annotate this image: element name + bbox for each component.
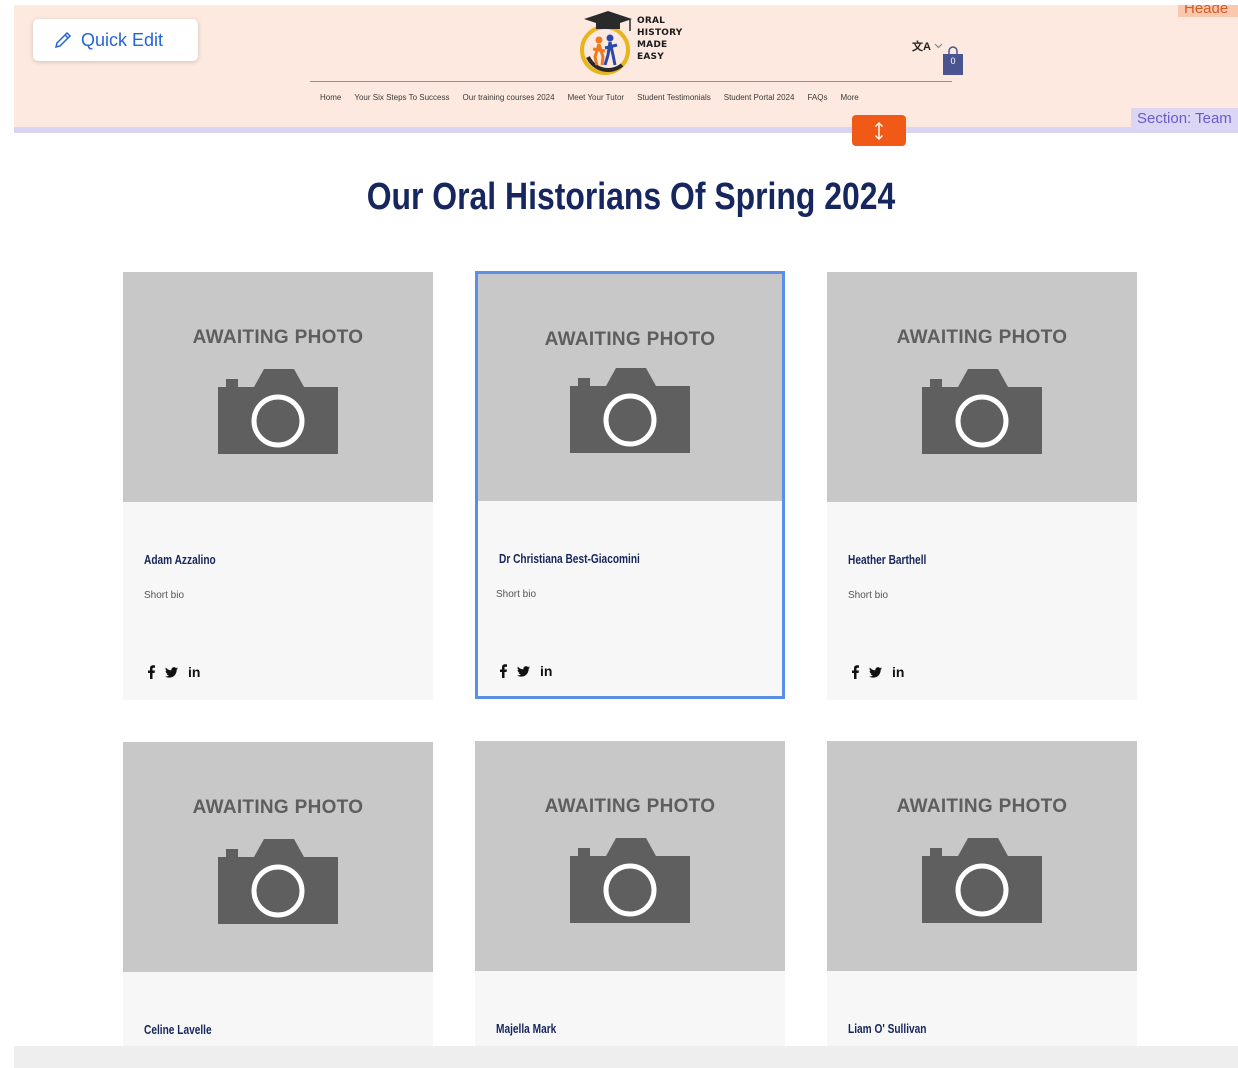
social-links: in [500,663,552,679]
nav-item-home[interactable]: Home [320,93,341,107]
header-bottom-border [14,127,1238,133]
photo-caption: AWAITING PHOTO [544,796,716,817]
team-member-card[interactable]: AWAITING PHOTO Liam O' Sullivan [827,741,1137,1046]
photo-caption: AWAITING PHOTO [192,327,364,348]
facebook-icon[interactable] [500,664,507,678]
photo-caption: AWAITING PHOTO [192,797,364,818]
photo-caption: AWAITING PHOTO [896,796,1068,817]
quick-edit-button[interactable]: Quick Edit [33,19,198,61]
translate-icon: 文A [912,41,931,53]
main-navigation: Home Your Six Steps To Success Our train… [320,93,859,107]
nav-item-faqs[interactable]: FAQs [807,93,827,107]
member-name: Heather Barthell [848,552,927,567]
twitter-icon[interactable] [517,665,530,677]
team-member-card[interactable]: AWAITING PHOTO Dr Christiana Best-Giacom… [475,271,785,699]
graduation-cap-logo-icon [580,11,632,75]
logo-line: MADE [637,40,668,50]
vertical-arrows-icon [875,121,883,140]
team-member-card[interactable]: AWAITING PHOTO Adam Azzalino Short bio i… [123,272,433,700]
member-bio: Short bio [496,589,537,600]
team-member-card[interactable]: AWAITING PHOTO Celine Lavelle [123,742,433,1046]
nav-item-testimonials[interactable]: Student Testimonials [637,93,711,107]
section-resize-handle[interactable] [852,115,906,146]
team-member-card[interactable]: AWAITING PHOTO Majella Mark [475,741,785,1046]
linkedin-icon[interactable]: in [188,664,200,680]
linkedin-icon[interactable]: in [540,663,552,679]
site-logo[interactable]: ORAL HISTORY MADE EASY [578,5,688,79]
social-links: in [148,664,200,680]
member-photo-placeholder: AWAITING PHOTO [475,741,785,971]
editor-bottom-bar [14,1046,1238,1068]
facebook-icon[interactable] [852,665,859,679]
nav-item-meet-tutor[interactable]: Meet Your Tutor [568,93,624,107]
nav-item-training-courses[interactable]: Our training courses 2024 [463,93,555,107]
page-title: Our Oral Historians Of Spring 2024 [366,176,896,218]
cart-button[interactable]: 0 [941,45,965,75]
twitter-icon[interactable] [869,666,882,678]
photo-caption: AWAITING PHOTO [896,327,1068,348]
camera-icon [922,838,1042,923]
member-name: Majella Mark [496,1021,557,1036]
member-name: Liam O' Sullivan [848,1021,927,1036]
camera-icon [218,839,338,924]
member-photo-placeholder: AWAITING PHOTO [123,742,433,972]
nav-divider [310,81,952,82]
logo-line: HISTORY [637,28,683,38]
camera-icon [218,369,338,454]
social-links: in [852,664,904,680]
pencil-icon [54,31,72,49]
quick-edit-label: Quick Edit [81,29,164,50]
logo-wordmark: ORAL HISTORY MADE EASY [637,15,683,63]
member-name: Adam Azzalino [144,552,216,567]
photo-caption: AWAITING PHOTO [544,329,716,350]
member-photo-placeholder: AWAITING PHOTO [827,272,1137,502]
member-bio: Short bio [144,590,185,601]
nav-item-six-steps[interactable]: Your Six Steps To Success [354,93,449,107]
linkedin-icon[interactable]: in [892,664,904,680]
member-name: Dr Christiana Best-Giacomini [499,551,640,566]
section-editor-label: Section: Team [1131,108,1238,130]
camera-icon [922,369,1042,454]
camera-icon [570,368,690,453]
member-name: Celine Lavelle [144,1022,212,1037]
member-photo-placeholder: AWAITING PHOTO [478,274,782,501]
member-photo-placeholder: AWAITING PHOTO [123,272,433,502]
nav-item-student-portal[interactable]: Student Portal 2024 [724,93,795,107]
member-photo-placeholder: AWAITING PHOTO [827,741,1137,971]
team-member-card[interactable]: AWAITING PHOTO Heather Barthell Short bi… [827,272,1137,700]
facebook-icon[interactable] [148,665,155,679]
nav-item-more[interactable]: More [840,93,858,107]
cart-count-badge: 0 [950,56,956,66]
header-editor-label: Heade [1178,5,1238,17]
camera-icon [570,838,690,923]
logo-line: EASY [637,52,664,62]
twitter-icon[interactable] [165,666,178,678]
logo-line: ORAL [637,16,666,26]
member-bio: Short bio [848,590,889,601]
